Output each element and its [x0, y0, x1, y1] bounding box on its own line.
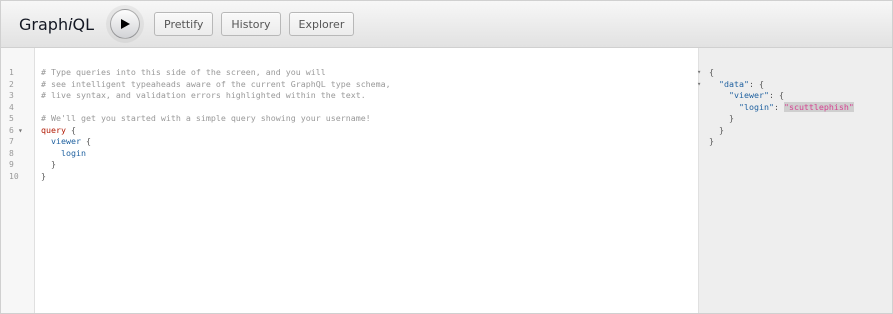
json-line: } [719, 124, 724, 135]
json-line: ▾{ [697, 67, 714, 79]
json-key-data: "data" [719, 78, 749, 89]
json-line: "login": "scuttlephish" [738, 101, 854, 112]
line-number: 5 [9, 114, 14, 124]
play-icon [121, 19, 131, 29]
field-login: login [60, 147, 86, 158]
query-editor[interactable]: 1 2 3 4 5 6 ▾ 7 8 9 10 # Type queries int… [1, 48, 699, 313]
line-number: 9 [9, 160, 14, 170]
result-viewer[interactable]: ▾{ ▾ "data": { "viewer": { "login": "scu… [697, 48, 892, 313]
prettify-button[interactable]: Prettify [154, 12, 214, 36]
json-line: } [728, 113, 734, 123]
main-area: 1 2 3 4 5 6 ▾ 7 8 9 10 # Type queries int… [1, 48, 892, 313]
line-number: 2 [9, 79, 14, 89]
code-line: query { [41, 124, 76, 135]
json-line: } [709, 136, 714, 146]
code-comment: # We'll get you started with a simple qu… [41, 113, 371, 123]
json-value-login: "scuttlephish" [783, 101, 854, 112]
explorer-button[interactable]: Explorer [288, 12, 355, 36]
code-comment: # Type queries into this side of the scr… [41, 67, 326, 77]
line-number: 8 [9, 148, 14, 158]
fold-toggle-icon[interactable]: ▾ [697, 79, 701, 91]
line-number: 3 [9, 91, 14, 101]
query-keyword: query [41, 124, 66, 135]
line-number: 7 [9, 137, 14, 147]
fold-toggle-icon[interactable]: ▾ [18, 126, 23, 135]
line-number: 10 [9, 171, 19, 181]
fold-toggle-icon[interactable]: ▾ [697, 67, 701, 79]
query-code[interactable]: # Type queries into this side of the scr… [35, 48, 698, 313]
json-key-login: "login" [738, 101, 774, 112]
execute-query-button[interactable] [110, 9, 141, 39]
line-number: 1 [9, 68, 14, 78]
json-key-viewer: "viewer" [728, 90, 769, 100]
code-line: } [41, 170, 46, 181]
code-line: viewer { [51, 136, 91, 146]
app-title: GraphiQL [19, 14, 95, 34]
line-number-gutter: 1 2 3 4 5 6 ▾ 7 8 9 10 [1, 48, 35, 313]
toolbar: GraphiQL Prettify History Explorer [1, 1, 892, 48]
json-line: ▾ "data": { [697, 78, 764, 91]
field-viewer: viewer [51, 136, 81, 146]
code-comment: # see intelligent typeaheads aware of th… [41, 78, 391, 89]
code-line: } [51, 159, 56, 169]
code-comment: # live syntax, and validation errors hig… [41, 90, 366, 100]
line-number: 4 [9, 102, 14, 112]
line-number: 6 ▾ [9, 125, 23, 135]
json-line: "viewer": { [728, 90, 784, 100]
graphiql-app: GraphiQL Prettify History Explorer 1 2 3… [0, 0, 893, 314]
history-button[interactable]: History [221, 12, 281, 36]
code-line: login [41, 148, 698, 160]
